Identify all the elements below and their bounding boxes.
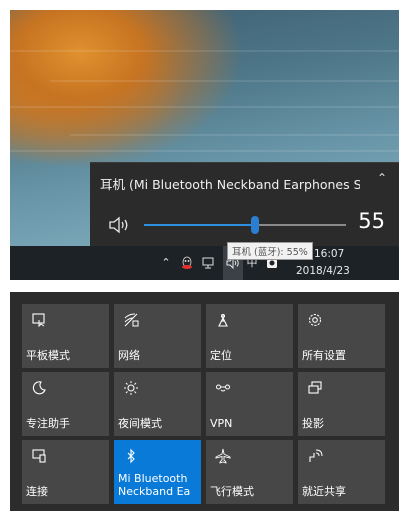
quick-action-tablet-mode[interactable]: 平板模式: [22, 304, 109, 368]
airplane-icon: [215, 448, 231, 464]
gear-icon: [308, 313, 322, 327]
bluetooth-icon: [127, 448, 135, 464]
quick-action-airplane[interactable]: 飞行模式: [206, 440, 293, 504]
brightness-icon: [124, 381, 138, 395]
quick-action-label: 就近共享: [302, 485, 346, 498]
quick-action-label: 连接: [26, 485, 48, 498]
vpn-icon: [216, 384, 230, 392]
device-name[interactable]: 耳机 (Mi Bluetooth Neckband Earphones Ster…: [100, 174, 360, 193]
quick-action-label: 飞行模式: [210, 485, 254, 498]
quick-action-label: 定位: [210, 349, 232, 362]
quick-action-label: 夜间模式: [118, 417, 162, 430]
slider-thumb[interactable]: [251, 216, 260, 234]
network-icon: [124, 313, 139, 327]
speaker-icon[interactable]: [108, 215, 130, 235]
project-icon: [308, 381, 322, 394]
qq-icon[interactable]: [180, 256, 194, 270]
quick-action-label: Mi Bluetooth Neckband Ea: [118, 472, 191, 498]
quick-action-label: 所有设置: [302, 349, 346, 362]
quick-action-vpn[interactable]: VPN: [206, 372, 293, 436]
clock-date[interactable]: 2018/4/23: [296, 265, 350, 277]
chevron-up-icon[interactable]: ⌃: [373, 169, 391, 187]
slider-fill: [144, 224, 256, 226]
clock-time[interactable]: 16:07: [314, 248, 344, 260]
volume-value: 55: [358, 209, 385, 233]
quick-action-brightness[interactable]: 夜间模式: [114, 372, 201, 436]
moon-icon: [32, 381, 46, 395]
location-icon: [218, 314, 228, 327]
quick-action-label: 投影: [302, 417, 324, 430]
quick-action-label: VPN: [210, 417, 233, 430]
quick-action-location[interactable]: 定位: [206, 304, 293, 368]
quick-action-project[interactable]: 投影: [298, 372, 385, 436]
tablet-mode-icon: [32, 313, 45, 328]
network-tray-icon[interactable]: [202, 256, 216, 270]
quick-action-label: 专注助手: [26, 417, 70, 430]
quick-action-nearby-share[interactable]: 就近共享: [298, 440, 385, 504]
volume-slider[interactable]: [144, 216, 346, 234]
quick-action-network[interactable]: 网络: [114, 304, 201, 368]
quick-action-bluetooth[interactable]: Mi Bluetooth Neckband Ea: [114, 440, 201, 504]
volume-tooltip: 耳机 (蓝牙): 55%: [227, 242, 313, 260]
connect-icon: [32, 449, 46, 463]
quick-action-label: 平板模式: [26, 349, 70, 362]
desktop-screenshot: 耳机 (Mi Bluetooth Neckband Earphones Ster…: [10, 10, 399, 280]
quick-action-connect[interactable]: 连接: [22, 440, 109, 504]
nearby-share-icon: [309, 449, 323, 462]
action-center-quick-actions: 平板模式 网络 定位 所有设置专注助手 夜间模式 VPN 投影连接 Mi Bluetooth …: [10, 292, 399, 511]
show-hidden-icons-button[interactable]: ⌃: [160, 256, 172, 270]
quick-action-label: 网络: [118, 349, 140, 362]
volume-flyout: 耳机 (Mi Bluetooth Neckband Earphones Ster…: [90, 162, 399, 247]
quick-action-moon[interactable]: 专注助手: [22, 372, 109, 436]
quick-action-gear[interactable]: 所有设置: [298, 304, 385, 368]
